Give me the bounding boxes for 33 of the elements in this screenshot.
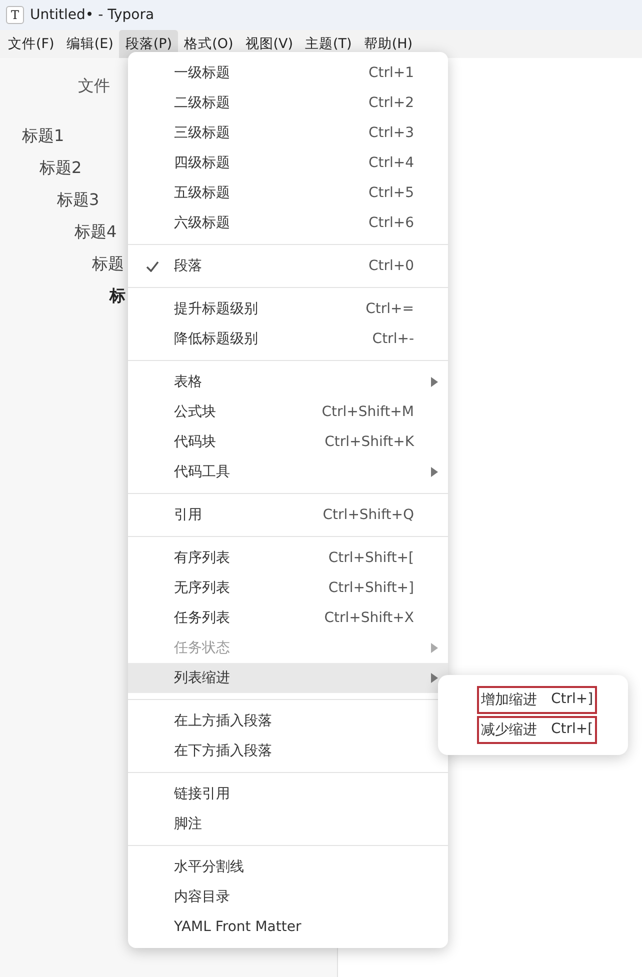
menu-item[interactable]: 降低标题级别 Ctrl+- [128,324,448,354]
submenu-arrow-icon [431,377,438,387]
menu-item[interactable]: 内容目录 [128,882,448,912]
menu-item[interactable]: 五级标题 Ctrl+5 [128,178,448,208]
menu-item[interactable]: 提升标题级别 Ctrl+= [128,294,448,324]
menu-item[interactable]: 代码工具 [128,457,448,487]
submenu-item[interactable]: 减少缩进 Ctrl+[ [477,716,598,744]
menu-item[interactable]: 一级标题 Ctrl+1 [128,58,448,88]
menu-item[interactable]: 公式块 Ctrl+Shift+M [128,397,448,427]
menu-item[interactable]: 二级标题 Ctrl+2 [128,88,448,118]
menu-bar-item[interactable]: 文件(F) [2,30,60,58]
menu-item[interactable]: 链接引用 [128,779,448,809]
menu-item[interactable]: 三级标题 Ctrl+3 [128,118,448,148]
menu-bar-item[interactable]: 编辑(E) [60,30,120,58]
menu-item[interactable]: YAML Front Matter [128,912,448,942]
submenu-item[interactable]: 增加缩进 Ctrl+] [477,686,598,714]
submenu-arrow-icon [431,467,438,477]
menu-item[interactable]: 段落 Ctrl+0 [128,251,448,281]
menu-item[interactable]: 列表缩进 [128,663,448,693]
menu-item[interactable]: 无序列表 Ctrl+Shift+] [128,573,448,603]
menu-item[interactable]: 水平分割线 [128,852,448,882]
menu-item[interactable]: 任务列表 Ctrl+Shift+X [128,603,448,633]
menu-item[interactable]: 六级标题 Ctrl+6 [128,208,448,238]
app-icon: T [6,6,24,24]
menu-item[interactable]: 四级标题 Ctrl+4 [128,148,448,178]
menu-item[interactable]: 引用 Ctrl+Shift+Q [128,500,448,530]
menu-item[interactable]: 有序列表 Ctrl+Shift+[ [128,543,448,573]
submenu-arrow-icon [431,673,438,683]
menu-item[interactable]: 代码块 Ctrl+Shift+K [128,427,448,457]
window-title: Untitled• - Typora [30,7,154,23]
menu-item[interactable]: 脚注 [128,809,448,839]
submenu-arrow-icon [431,643,438,653]
menu-item[interactable]: 表格 [128,367,448,397]
